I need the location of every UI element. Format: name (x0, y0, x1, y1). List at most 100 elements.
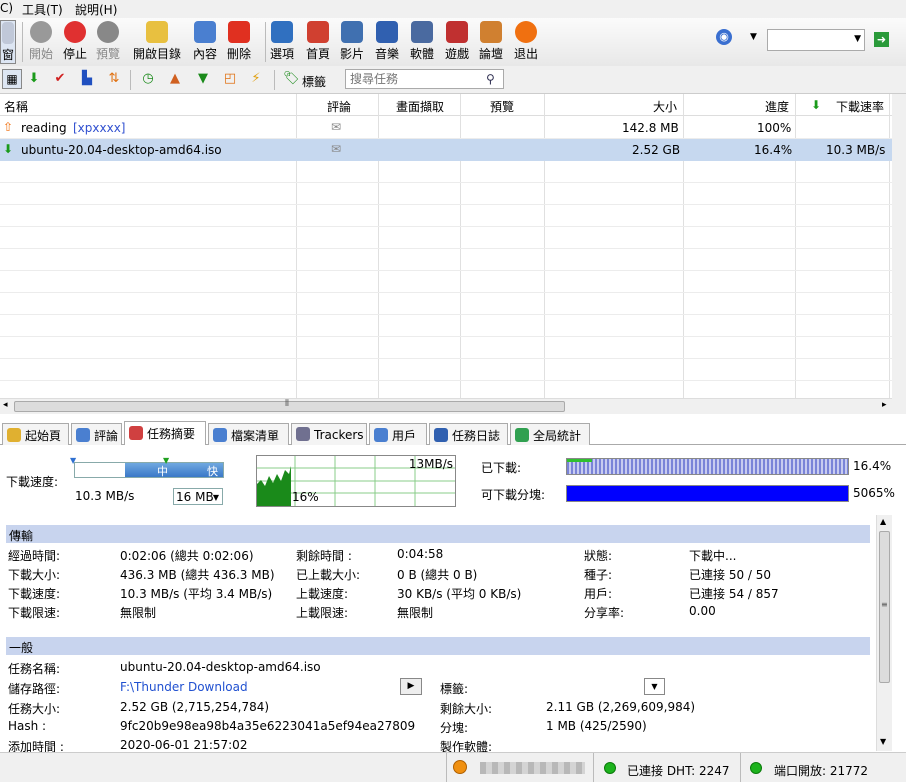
menu-item-partial[interactable]: C) (0, 1, 13, 15)
movie-button[interactable]: 影片 (336, 20, 368, 64)
column-name[interactable]: 名稱 (4, 98, 28, 115)
added-time-value: 2020-06-01 21:57:02 (120, 738, 248, 752)
music-button[interactable]: 音樂 (371, 20, 403, 64)
move-up-icon[interactable]: ▲ (167, 71, 183, 87)
scroll-thumb[interactable]: ⦀ (14, 399, 565, 412)
transfer-value: 10.3 MB/s (平均 3.4 MB/s) (120, 587, 273, 601)
software-button[interactable]: 軟體 (406, 20, 438, 64)
list-vertical-scrollbar[interactable] (892, 94, 906, 414)
scroll-right-icon[interactable]: ▸ (882, 400, 887, 410)
forum-button[interactable]: 論壇 (475, 20, 507, 64)
availability-bar (566, 485, 849, 502)
speed-slider[interactable]: 中 快 (74, 462, 224, 478)
rss-icon[interactable]: ◰ (222, 71, 238, 87)
address-combo[interactable]: ▼ (767, 29, 865, 51)
window-button[interactable]: 窗 (0, 20, 16, 64)
column-screenshot[interactable]: 畫面擷取 (396, 98, 444, 115)
menu-item-tools[interactable]: 工具(T) (22, 1, 63, 18)
queued-filter-icon[interactable]: ▙ (79, 71, 95, 87)
start-page-icon (7, 428, 21, 442)
scroll-down-icon[interactable]: ▼ (880, 737, 886, 746)
open-path-button[interactable]: ▶ (400, 678, 422, 695)
tab-global-stats[interactable]: 全局統計 (510, 423, 590, 445)
tab-users[interactable]: 用戶 (369, 423, 427, 445)
global-stats-icon (515, 428, 529, 442)
scroll-up-icon[interactable]: ▲ (880, 517, 886, 526)
comments-icon (76, 428, 90, 442)
scroll-left-icon[interactable]: ◂ (3, 400, 8, 410)
task-size-value: 2.52 GB (2,715,254,784) (120, 700, 270, 714)
move-down-icon[interactable]: ▼ (195, 71, 211, 87)
tab-label: 全局統計 (533, 429, 582, 443)
options-button[interactable]: 選項 (266, 20, 298, 64)
downloading-filter-icon[interactable]: ⬇ (26, 71, 42, 87)
search-icon[interactable]: ⚲ (486, 72, 495, 86)
transfer-section-header: 傳輸 (6, 525, 870, 543)
tab-trackers[interactable]: Trackers (291, 423, 367, 445)
column-preview[interactable]: 預覽 (490, 98, 514, 115)
dht-status: 已連接 DHT: 2247 (627, 764, 730, 778)
task-size: 2.52 GB (632, 143, 681, 157)
table-row[interactable]: ⇧ reading [xpxxxx] ✉ 142.8 MB 100% (0, 117, 892, 139)
panel-vertical-scrollbar[interactable]: ▲ ≡ ▼ (876, 515, 892, 751)
tab-task-summary[interactable]: 任務摘要 (124, 421, 206, 446)
dht-status-icon (604, 762, 616, 774)
play-button[interactable]: 開始 (25, 20, 57, 64)
menu-item-help[interactable]: 說明(H) (75, 1, 117, 18)
folder-button[interactable]: 開啟目錄 (131, 20, 183, 64)
search-input[interactable] (345, 69, 504, 89)
task-tag[interactable]: [xpxxxx] (73, 121, 126, 135)
tab-file-list[interactable]: 檔案清單 (208, 423, 289, 445)
globe-icon[interactable]: ◉ (716, 29, 732, 45)
user-status-icon[interactable] (453, 760, 467, 774)
transfer-value: 0 B (總共 0 B) (397, 568, 478, 582)
limit-select[interactable]: 16 MB ▼ (173, 488, 223, 505)
graph-percent: 16% (292, 490, 319, 504)
properties-button[interactable]: 內容 (189, 20, 221, 64)
task-name-value: ubuntu-20.04-desktop-amd64.iso (120, 660, 321, 674)
port-status-icon (750, 762, 762, 774)
schedule-icon[interactable]: ◷ (140, 71, 156, 87)
horizontal-scrollbar[interactable]: ◂ ⦀ ▸ (0, 398, 892, 414)
speed-mode-icon[interactable]: ⚡ (248, 71, 264, 87)
column-progress[interactable]: 進度 (765, 98, 789, 115)
tab-start-page[interactable]: 起始頁 (2, 423, 69, 445)
home-icon (307, 21, 329, 43)
column-comments[interactable]: 評論 (327, 98, 351, 115)
tab-task-log[interactable]: 任務日誌 (429, 423, 508, 445)
column-download-rate[interactable]: 下載速率 (836, 98, 884, 115)
grip-icon: ⦀ (285, 399, 289, 409)
tab-label: 用戶 (392, 429, 417, 443)
task-size: 142.8 MB (622, 121, 679, 135)
seeding-filter-icon[interactable]: ⇅ (106, 71, 122, 87)
port-status: 端口開放: 21772 (774, 764, 869, 778)
transfer-label: 剩餘時間 : (296, 549, 352, 563)
tag-label[interactable]: 標籤 (302, 73, 326, 90)
column-size[interactable]: 大小 (653, 98, 677, 115)
game-button[interactable]: 遊戲 (441, 20, 473, 64)
exit-button[interactable]: 退出 (510, 20, 542, 64)
all-tasks-icon[interactable]: ▦ (2, 69, 22, 89)
delete-button[interactable]: 刪除 (223, 20, 255, 64)
save-path-link[interactable]: F:\Thunder Download (120, 680, 248, 694)
movie-icon (341, 21, 363, 43)
comment-envelope-icon[interactable]: ✉ (331, 142, 341, 156)
home-button[interactable]: 首頁 (302, 20, 334, 64)
speed-label: 下載速度: (6, 475, 59, 489)
tab-comments[interactable]: 評論 (71, 423, 122, 445)
chevron-down-icon[interactable]: ▼ (750, 32, 757, 42)
tag-dropdown-button[interactable]: ▼ (644, 678, 665, 695)
preview-button[interactable]: 預覽 (92, 20, 124, 64)
table-row-selected[interactable]: ⬇ ubuntu-20.04-desktop-amd64.iso ✉ 2.52 … (0, 139, 892, 161)
transfer-label: 狀態: (584, 549, 613, 563)
tab-label: 評論 (94, 429, 119, 443)
toolbar-button-label: 影片 (339, 47, 364, 61)
go-arrow-icon[interactable]: ➜ (874, 32, 889, 47)
tag-icon[interactable]: 🏷 (283, 71, 300, 87)
completed-filter-icon[interactable]: ✔ (52, 71, 68, 87)
comment-envelope-icon[interactable]: ✉ (331, 120, 341, 134)
slider-thumb-icon[interactable]: ▼ (163, 456, 169, 465)
stop-button[interactable]: 停止 (59, 20, 91, 64)
scroll-thumb[interactable]: ≡ (879, 531, 890, 683)
limit-select-value: 16 MB (176, 490, 214, 504)
